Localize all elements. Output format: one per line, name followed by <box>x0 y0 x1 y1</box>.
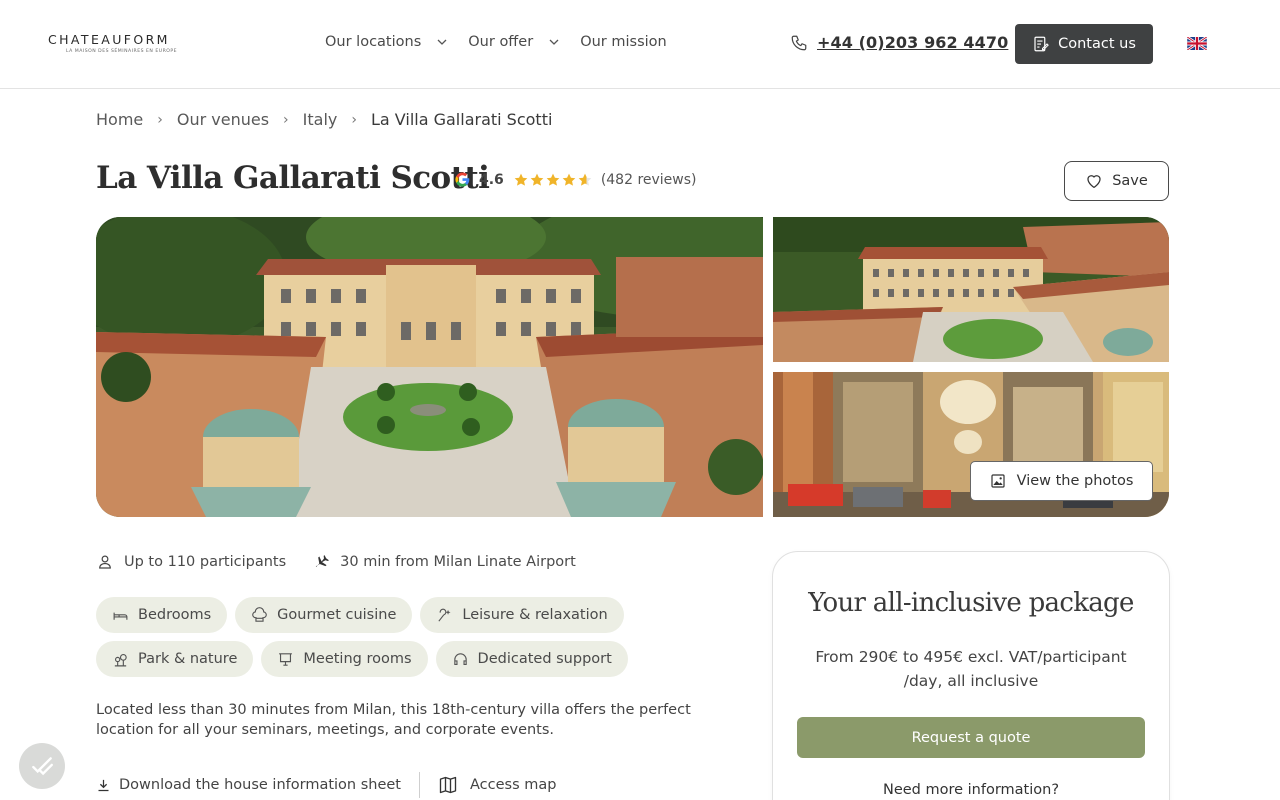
contact-form-icon <box>1034 36 1049 52</box>
site-header: CHATEAUFORM LA MAISON DES SÉMINAIRES EN … <box>0 0 1280 89</box>
chip-label: Leisure & relaxation <box>462 607 608 623</box>
nav-label: Our locations <box>325 34 422 50</box>
participants-text: Up to 110 participants <box>124 554 287 570</box>
fact-airport: 30 min from Milan Linate Airport <box>312 553 576 571</box>
venue-facts: Up to 110 participants 30 min from Milan… <box>96 553 602 571</box>
uk-flag-icon[interactable] <box>1187 37 1207 50</box>
tree-icon <box>114 653 127 666</box>
star-icon <box>562 173 576 186</box>
quote-label: Request a quote <box>911 729 1031 746</box>
breadcrumb-our-venues[interactable]: Our venues <box>177 110 269 129</box>
nav-label: Our offer <box>468 34 534 50</box>
chip-bedrooms: Bedrooms <box>96 597 228 633</box>
google-rating[interactable]: 4.6 (482 reviews) <box>454 171 697 188</box>
phone-number: +44 (0)203 962 4470 <box>817 33 1009 52</box>
access-map-link[interactable]: Access map <box>438 775 556 795</box>
chip-dedicated-support: Dedicated support <box>435 641 628 677</box>
view-photos-button[interactable]: View the photos <box>970 461 1153 501</box>
chip-meeting-rooms: Meeting rooms <box>261 641 428 677</box>
chip-label: Meeting rooms <box>303 651 412 667</box>
package-price: From 290€ to 495€ excl. VAT/participant … <box>815 648 1127 690</box>
download-info-sheet-link[interactable]: Download the house information sheet <box>96 777 401 793</box>
package-card: Your all-inclusive package From 290€ to … <box>772 551 1170 800</box>
request-quote-button[interactable]: Request a quote <box>797 717 1145 758</box>
chip-label: Park & nature <box>138 651 238 667</box>
map-icon <box>439 776 457 794</box>
venue-description: Located less than 30 minutes from Milan,… <box>96 702 691 738</box>
download-label: Download the house information sheet <box>119 777 401 793</box>
main-nav: Our locations Our offer Our mission <box>325 34 667 50</box>
villa-aerial-image <box>96 217 763 517</box>
logo-tagline: LA MAISON DES SÉMINAIRES EN EUROPE <box>66 49 178 54</box>
chevron-right-icon: › <box>351 111 357 128</box>
star-half-icon <box>578 173 592 186</box>
chevron-right-icon: › <box>283 111 289 128</box>
contact-us-button[interactable]: Contact us <box>1015 24 1153 64</box>
checkmark-icon <box>32 757 53 776</box>
nav-our-mission[interactable]: Our mission <box>580 34 667 50</box>
nav-label: Our mission <box>580 34 667 50</box>
image-icon <box>990 474 1005 488</box>
phone-link[interactable]: +44 (0)203 962 4470 <box>790 33 1008 52</box>
package-title: Your all-inclusive package <box>808 588 1134 618</box>
logo-wordmark: CHATEAUFORM <box>48 32 170 47</box>
feature-chips: Bedrooms Gourmet cuisine Leisure & relax… <box>96 597 656 685</box>
chip-gourmet-cuisine: Gourmet cuisine <box>235 597 413 633</box>
download-icon <box>98 779 109 791</box>
google-icon <box>455 172 470 187</box>
chip-label: Dedicated support <box>477 651 612 667</box>
chip-park-nature: Park & nature <box>96 641 254 677</box>
star-rating <box>513 172 593 188</box>
page-title: La Villa Gallarati Scotti <box>96 160 490 196</box>
nav-our-offer[interactable]: Our offer <box>468 34 580 50</box>
venue-links: Download the house information sheet Acc… <box>96 772 556 798</box>
chevron-down-icon <box>549 39 559 45</box>
venue-photo-aerial[interactable] <box>773 217 1169 362</box>
venue-main-photo[interactable] <box>96 217 763 517</box>
airplane-icon <box>316 555 330 567</box>
chateauform-logo[interactable]: CHATEAUFORM LA MAISON DES SÉMINAIRES EN … <box>48 32 200 54</box>
fact-participants: Up to 110 participants <box>96 553 286 571</box>
phone-icon <box>791 35 807 50</box>
star-icon <box>530 173 544 186</box>
chef-hat-icon <box>252 606 267 622</box>
chevron-right-icon: › <box>157 111 163 128</box>
map-label: Access map <box>470 777 557 793</box>
contact-label: Contact us <box>1058 36 1136 52</box>
nav-our-locations[interactable]: Our locations <box>325 34 468 50</box>
save-label: Save <box>1112 173 1148 189</box>
link-divider <box>419 772 420 798</box>
chip-label: Bedrooms <box>138 607 212 623</box>
star-icon <box>546 173 560 186</box>
person-icon <box>99 555 111 569</box>
airport-text: 30 min from Milan Linate Airport <box>340 554 576 570</box>
chip-label: Gourmet cuisine <box>277 607 397 623</box>
save-button[interactable]: Save <box>1064 161 1169 201</box>
star-icon <box>514 173 528 186</box>
breadcrumb: Home › Our venues › Italy › La Villa Gal… <box>96 110 552 129</box>
rating-score: 4.6 <box>479 171 504 188</box>
breadcrumb-current: La Villa Gallarati Scotti <box>370 110 553 129</box>
villa-courtyard-image <box>773 217 1169 362</box>
chevron-down-icon <box>437 39 447 45</box>
heart-icon <box>1087 175 1101 189</box>
view-photos-label: View the photos <box>1016 473 1134 489</box>
headset-icon <box>453 652 467 665</box>
presentation-icon <box>279 652 293 666</box>
breadcrumb-italy[interactable]: Italy <box>303 110 338 129</box>
more-info-link[interactable]: Need more information? <box>773 782 1169 798</box>
floating-action-button[interactable] <box>19 743 65 789</box>
breadcrumb-home[interactable]: Home <box>96 110 143 129</box>
chip-leisure-relaxation: Leisure & relaxation <box>420 597 624 633</box>
bed-icon <box>113 612 128 620</box>
review-count: (482 reviews) <box>600 171 697 188</box>
sparkle-icon <box>438 608 451 622</box>
